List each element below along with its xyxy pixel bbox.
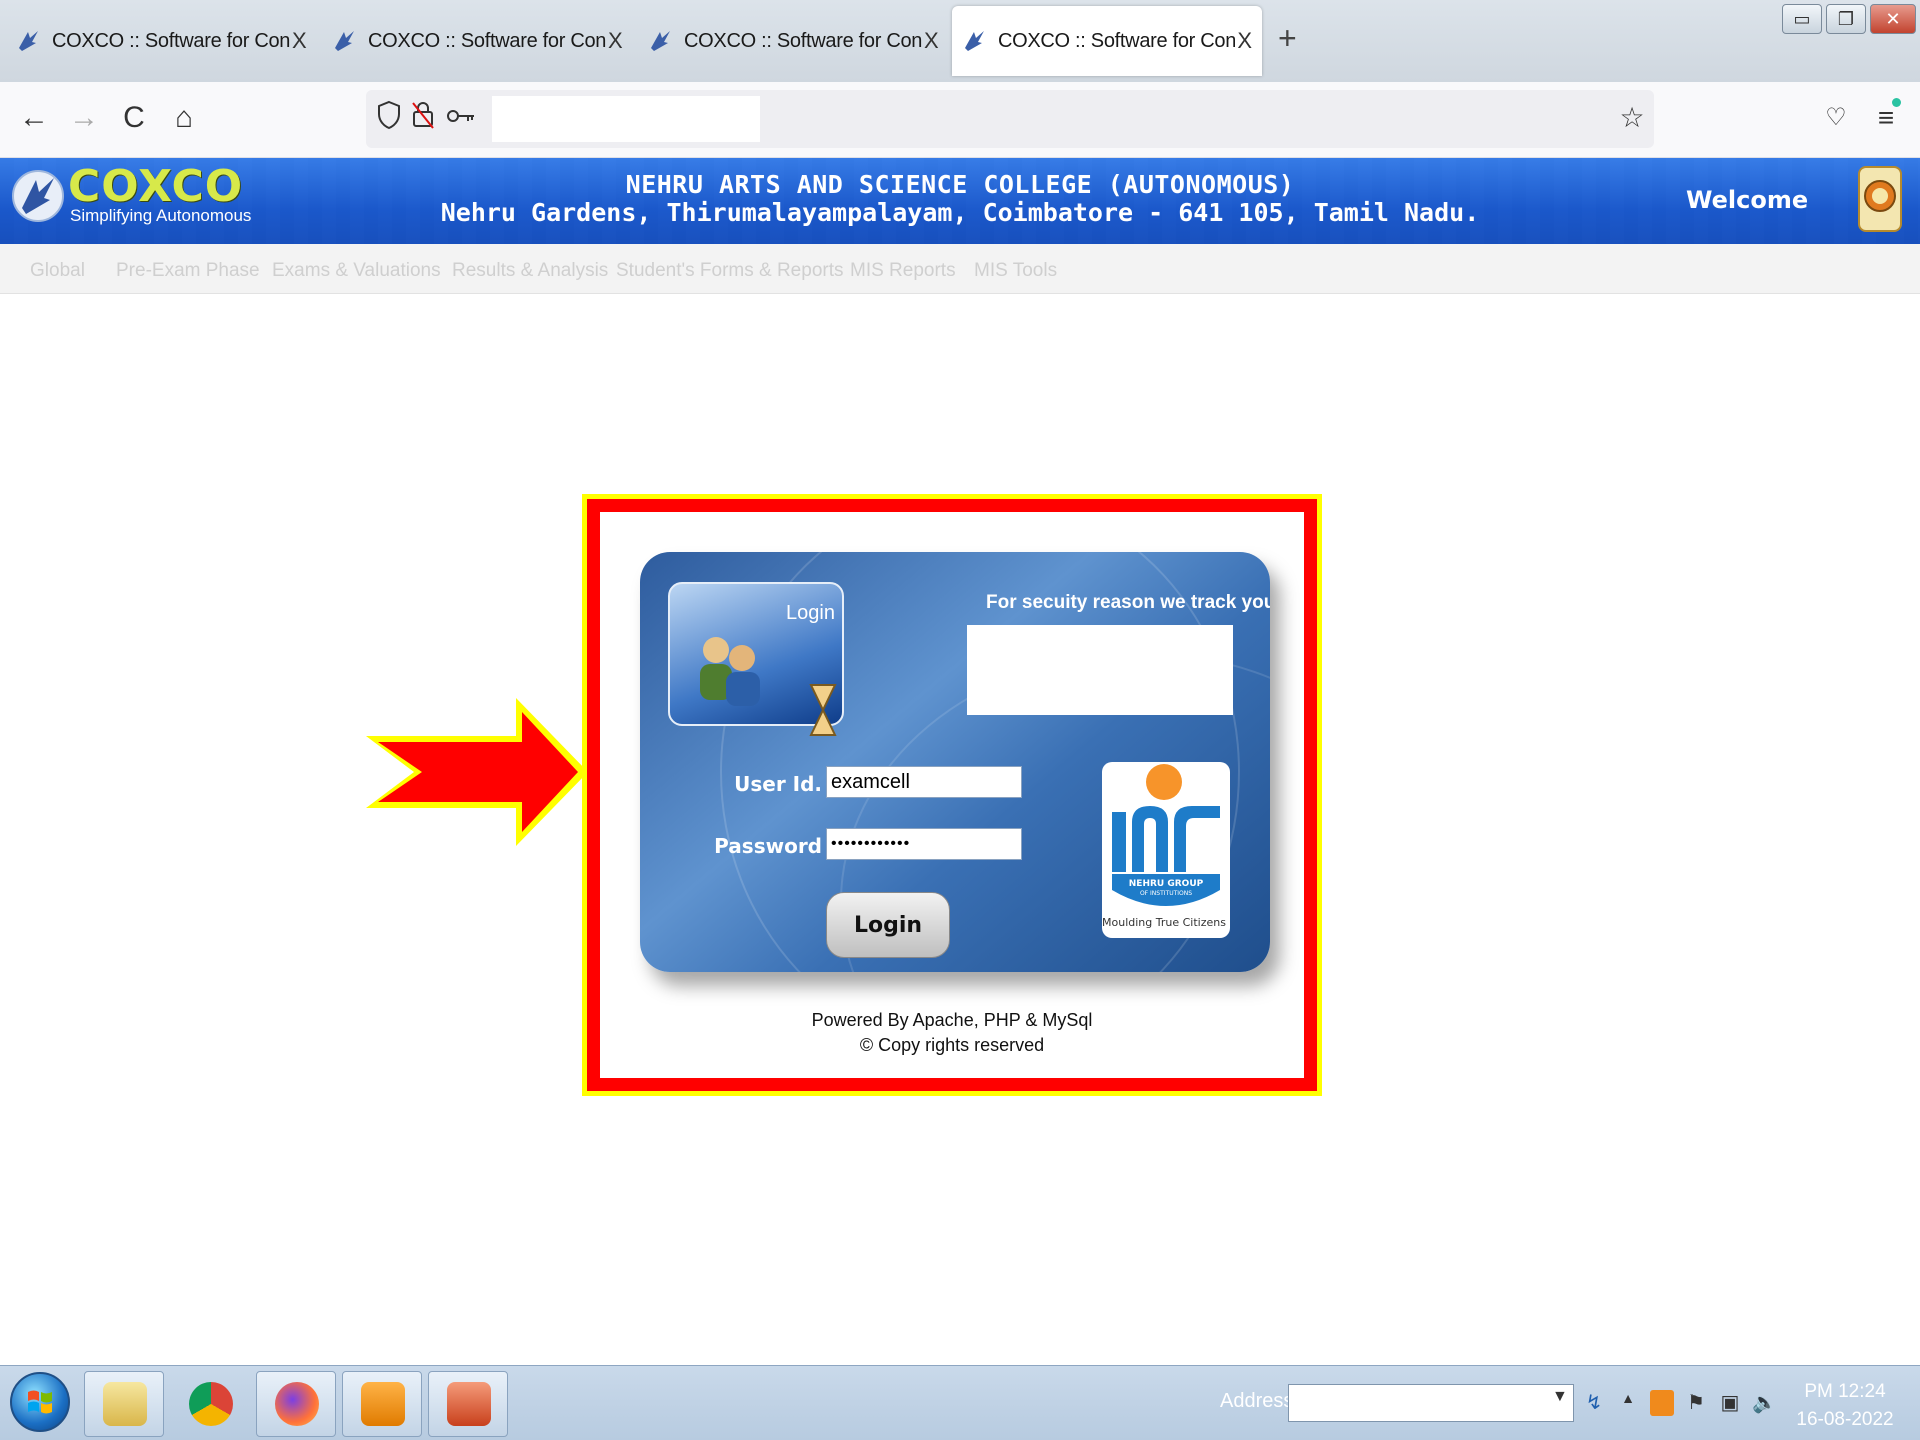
network-icon[interactable]: ▣ xyxy=(1718,1390,1742,1416)
menu-mis-tools[interactable]: MIS Tools xyxy=(974,260,1057,282)
password-input[interactable]: •••••••••••• xyxy=(826,828,1022,860)
user-id-label: User Id. xyxy=(734,772,822,796)
tab-title: COXCO :: Software for Controlle xyxy=(52,29,290,52)
login-card: Login For secuity reason we track your U… xyxy=(640,552,1270,972)
taskbar-file-explorer[interactable] xyxy=(84,1371,164,1437)
welcome-text: Welcome xyxy=(1686,186,1809,214)
window-close-button[interactable]: ✕ xyxy=(1870,4,1916,34)
tab-title: COXCO :: Software for Controlle xyxy=(997,29,1236,52)
forward-button[interactable]: → xyxy=(64,100,104,136)
taskbar-chrome[interactable] xyxy=(170,1371,250,1437)
start-button[interactable] xyxy=(10,1372,70,1432)
coxco-favicon-icon xyxy=(19,31,38,51)
tab-close-icon[interactable]: X xyxy=(608,28,623,54)
browser-tab[interactable]: COXCO :: Software for Controlle X xyxy=(322,6,633,76)
volume-muted-icon[interactable]: 🔈 xyxy=(1752,1390,1777,1416)
user-id-input[interactable] xyxy=(826,766,1022,798)
address-toolbar-label: Address xyxy=(1220,1390,1294,1412)
browser-navbar: ← → C ⌂ ☆ ♡ ≡ xyxy=(0,82,1920,158)
new-tab-button[interactable]: + xyxy=(1278,22,1297,54)
tab-title: COXCO :: Software for Controlle xyxy=(368,29,606,52)
security-info-box xyxy=(967,625,1233,715)
login-button[interactable]: Login xyxy=(826,892,950,958)
logo-institutions-text: OF INSTITUTIONS xyxy=(1140,890,1192,897)
app-menu-button[interactable]: ≡ xyxy=(1866,100,1906,136)
menu-results-analysis[interactable]: Results & Analysis xyxy=(452,260,608,282)
password-label: Password xyxy=(714,834,822,858)
sync-app-icon xyxy=(361,1382,405,1426)
file-explorer-icon xyxy=(103,1382,147,1426)
menu-pre-exam-phase[interactable]: Pre-Exam Phase xyxy=(116,260,260,282)
system-clock[interactable]: PM 12:24 16-08-2022 xyxy=(1790,1378,1900,1434)
logo-group-text: NEHRU GROUP xyxy=(1129,879,1204,889)
hourglass-icon xyxy=(809,684,837,736)
reload-button[interactable]: C xyxy=(114,100,154,136)
nehru-group-logo: NEHRU GROUP OF INSTITUTIONS Moulding Tru… xyxy=(1102,762,1230,938)
close-icon: ✕ xyxy=(1885,8,1901,29)
menu-global[interactable]: Global xyxy=(30,260,85,282)
url-bar[interactable] xyxy=(366,90,1654,148)
url-input[interactable] xyxy=(492,96,760,142)
menu-exams-valuations[interactable]: Exams & Valuations xyxy=(272,260,441,282)
tab-title: COXCO :: Software for Controlle xyxy=(684,29,922,52)
browser-tab-active[interactable]: COXCO :: Software for Controlle X xyxy=(952,6,1262,76)
copyright-text: © Copy rights reserved xyxy=(859,1035,1045,1055)
taskbar-sync-app[interactable] xyxy=(342,1371,422,1437)
go-arrow-icon[interactable]: ↯ xyxy=(1582,1390,1606,1416)
back-button[interactable]: ← xyxy=(14,100,54,136)
shield-icon[interactable] xyxy=(376,100,402,130)
presentation-app-icon xyxy=(447,1382,491,1426)
tab-close-icon[interactable]: X xyxy=(924,28,939,54)
college-name: NEHRU ARTS AND SCIENCE COLLEGE (AUTONOMO… xyxy=(625,170,1295,199)
chevron-down-icon[interactable]: ▼ xyxy=(1552,1388,1568,1406)
browser-tab[interactable]: COXCO :: Software for Controlle X xyxy=(638,6,949,76)
college-emblem-icon xyxy=(1858,166,1902,232)
restore-icon: ❐ xyxy=(1837,8,1855,29)
site-header: COXCO Simplifying Autonomous NEHRU ARTS … xyxy=(0,158,1920,244)
windows-taskbar: Address ▼ ↯ ▲ ⚑ ▣ 🔈 PM 12:24 16-08-2022 xyxy=(0,1365,1920,1440)
minimize-button[interactable]: ▭ xyxy=(1782,4,1822,34)
tray-app-icon[interactable] xyxy=(1650,1390,1674,1416)
login-illustration: Login xyxy=(668,582,844,736)
insecure-lock-icon[interactable] xyxy=(410,100,436,130)
annotation-arrow-icon xyxy=(366,698,588,846)
clock-time: PM 12:24 xyxy=(1804,1381,1886,1402)
tab-close-icon[interactable]: X xyxy=(292,28,307,54)
coxco-favicon-icon xyxy=(964,31,984,51)
restore-button[interactable]: ❐ xyxy=(1826,4,1866,34)
update-dot-icon xyxy=(1892,98,1901,107)
college-address: Nehru Gardens, Thirumalayampalayam, Coim… xyxy=(440,198,1480,227)
nehru-group-logo-icon: NEHRU GROUP OF INSTITUTIONS Moulding Tru… xyxy=(1102,764,1226,929)
bookmark-star-button[interactable]: ☆ xyxy=(1612,100,1652,136)
coxco-favicon-icon xyxy=(651,31,670,51)
action-center-flag-icon[interactable]: ⚑ xyxy=(1684,1390,1708,1416)
pocket-button[interactable]: ♡ xyxy=(1816,100,1856,136)
home-button[interactable]: ⌂ xyxy=(164,100,204,136)
clock-date: 16-08-2022 xyxy=(1796,1409,1894,1430)
chrome-icon xyxy=(189,1382,233,1426)
users-icon xyxy=(700,637,760,706)
powered-by-text: Powered By Apache, PHP & MySql xyxy=(811,1010,1093,1030)
logo-tagline: Moulding True Citizens xyxy=(1102,916,1226,929)
login-illustration-label: Login xyxy=(786,602,835,624)
address-toolbar-input[interactable] xyxy=(1288,1384,1574,1422)
taskbar-firefox[interactable] xyxy=(256,1371,336,1437)
menu-student-forms-reports[interactable]: Student's Forms & Reports xyxy=(616,260,844,282)
browser-tab[interactable]: COXCO :: Software for Controlle X xyxy=(6,6,317,76)
windows-logo-icon xyxy=(28,1390,52,1414)
minimize-icon: ▭ xyxy=(1793,8,1811,29)
tab-close-icon[interactable]: X xyxy=(1237,28,1252,54)
firefox-icon xyxy=(275,1382,319,1426)
main-menu: Global Pre-Exam Phase Exams & Valuations… xyxy=(0,244,1920,294)
taskbar-presentation-app[interactable] xyxy=(428,1371,508,1437)
key-icon[interactable] xyxy=(446,106,476,126)
show-hidden-icons-button[interactable]: ▲ xyxy=(1616,1390,1640,1416)
browser-tab-strip: COXCO :: Software for Controlle X COXCO … xyxy=(0,0,1920,82)
coxco-favicon-icon xyxy=(335,31,354,51)
security-message: For secuity reason we track your xyxy=(986,592,1270,613)
menu-mis-reports[interactable]: MIS Reports xyxy=(850,260,956,282)
